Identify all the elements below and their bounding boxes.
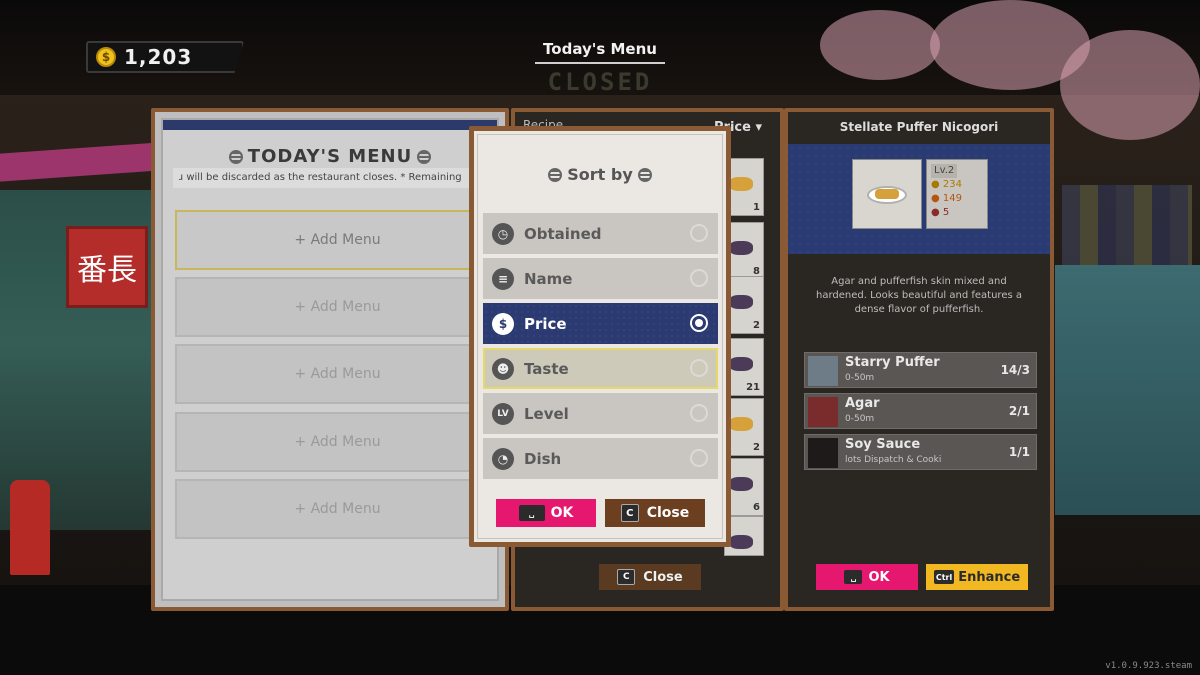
radio-button[interactable] xyxy=(690,269,708,287)
coin-counter: $ 1,203 xyxy=(86,41,244,73)
panel-stripe xyxy=(163,120,497,130)
radio-button[interactable] xyxy=(690,359,708,377)
sort-ok-button[interactable]: ␣ OK xyxy=(496,499,596,527)
sort-option-taste[interactable]: ☻ Taste xyxy=(483,348,718,389)
sort-option-level[interactable]: LV Level xyxy=(483,393,718,434)
ornament-icon xyxy=(417,150,432,164)
enhance-button[interactable]: Ctrl Enhance xyxy=(926,564,1028,590)
ornament-icon xyxy=(548,168,563,182)
discard-note: ɹ will be discarded as the restaurant cl… xyxy=(173,168,487,188)
soy-sauce-icon xyxy=(808,438,838,468)
face-icon: ☻ xyxy=(492,357,514,380)
add-menu-slot[interactable]: + Add Menu xyxy=(175,277,497,337)
cherry-blossom xyxy=(1060,30,1200,140)
dish-price: 234 xyxy=(942,179,963,190)
sort-close-button[interactable]: C Close xyxy=(605,499,705,527)
restaurant-status: CLOSED xyxy=(547,68,653,96)
starry-puffer-icon xyxy=(808,356,838,386)
c-key-icon: C xyxy=(617,569,636,585)
taste-icon: ● xyxy=(931,193,940,204)
coin-icon: ● xyxy=(931,179,940,190)
sort-option-name[interactable]: ≡ Name xyxy=(483,258,718,299)
add-menu-slot[interactable]: + Add Menu xyxy=(175,210,497,270)
list-icon: ≡ xyxy=(492,267,514,290)
dish-description: Agar and pufferfish skin mixed and harde… xyxy=(815,276,1022,315)
ingredient-row: Starry Puffer 0-50m 14/3 xyxy=(804,352,1037,388)
aquarium-scenery xyxy=(1055,265,1200,515)
level-icon: LV xyxy=(492,402,514,425)
radio-button[interactable] xyxy=(690,449,708,467)
dish-image xyxy=(852,159,922,229)
ornament-icon xyxy=(637,168,652,182)
add-menu-slot[interactable]: + Add Menu xyxy=(175,479,497,539)
add-menu-slot[interactable]: + Add Menu xyxy=(175,412,497,472)
agar-icon xyxy=(808,397,838,427)
cherry-blossom xyxy=(820,10,940,80)
space-key-icon: ␣ xyxy=(518,505,545,521)
version-label: v1.0.9.923.steam xyxy=(1105,661,1192,671)
dish-stat: 5 xyxy=(942,207,950,218)
radio-button[interactable] xyxy=(690,224,708,242)
shelf-decoration xyxy=(1062,185,1192,265)
sort-option-price[interactable]: $ Price xyxy=(483,303,718,344)
add-menu-slot[interactable]: + Add Menu xyxy=(175,344,497,404)
coin-amount: 1,203 xyxy=(124,45,193,69)
sort-by-dialog: Sort by ◷ Obtained ≡ Name $ Price ☻ Tast… xyxy=(469,126,731,547)
red-lantern xyxy=(10,480,50,575)
restaurant-sign: 番長 xyxy=(66,226,148,308)
dish-detail-panel: Stellate Puffer Nicogori Lv.2 ● 234 ● 14… xyxy=(784,108,1054,611)
hud-title: Today's Menu xyxy=(535,40,665,64)
portion-icon: ● xyxy=(931,207,940,218)
ingredient-row: Soy Sauce lots Dispatch & Cooki 1/1 xyxy=(804,434,1037,470)
sort-option-obtained[interactable]: ◷ Obtained xyxy=(483,213,718,254)
space-key-icon: ␣ xyxy=(844,570,863,584)
dish-stats: Lv.2 ● 234 ● 149 ● 5 xyxy=(926,159,988,229)
ornament-icon xyxy=(228,150,243,164)
radio-button[interactable] xyxy=(690,404,708,422)
clock-icon: ◷ xyxy=(492,222,514,245)
todays-menu-title: TODAY'S MENU xyxy=(163,146,497,167)
sort-by-title: Sort by xyxy=(474,165,726,184)
sort-option-dish[interactable]: ◔ Dish xyxy=(483,438,718,479)
ctrl-key-icon: Ctrl xyxy=(933,570,955,584)
dish-level: Lv.2 xyxy=(931,164,958,178)
ok-button[interactable]: ␣ OK xyxy=(816,564,918,590)
dish-taste: 149 xyxy=(942,193,963,204)
radio-button-selected[interactable] xyxy=(690,314,708,332)
coin-icon: $ xyxy=(96,47,116,67)
dish-hero: Lv.2 ● 234 ● 149 ● 5 xyxy=(788,144,1050,254)
dish-name: Stellate Puffer Nicogori xyxy=(839,120,999,134)
coin-icon: $ xyxy=(492,312,514,335)
c-key-icon: C xyxy=(620,504,639,522)
ingredient-row: Agar 0-50m 2/1 xyxy=(804,393,1037,429)
dish-icon: ◔ xyxy=(492,447,514,470)
close-list-button[interactable]: C Close xyxy=(599,564,701,590)
todays-menu-panel: TODAY'S MENU ɹ will be discarded as the … xyxy=(151,108,509,611)
